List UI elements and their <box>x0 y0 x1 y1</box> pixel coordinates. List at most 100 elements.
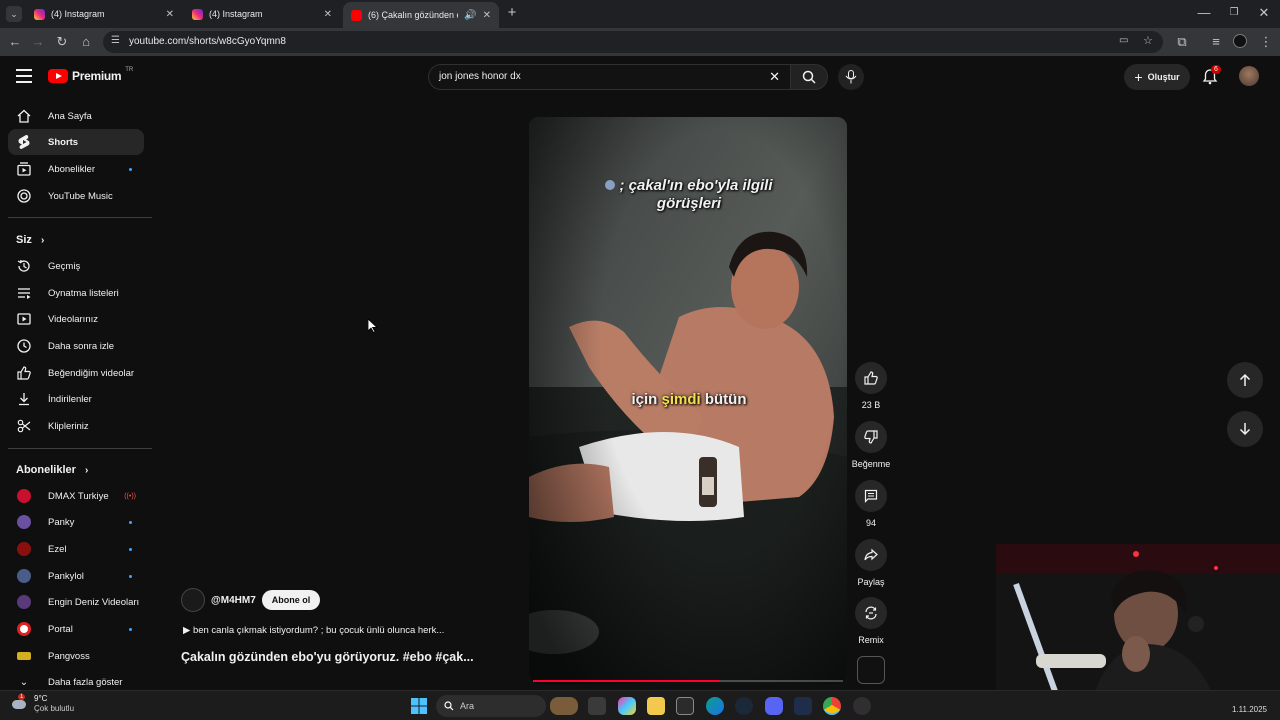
sidebar-item-label: Abonelikler <box>48 163 95 175</box>
comments-action[interactable]: 94 <box>854 480 888 528</box>
home-icon[interactable]: ⌂ <box>78 34 94 50</box>
share-action[interactable]: Paylaş <box>854 539 888 587</box>
new-content-dot <box>129 574 132 578</box>
browser-tab-active[interactable]: (6) Çakalın gözünden ebo'y 🔊 ✕ <box>343 2 499 28</box>
tab-search-icon[interactable]: ⌄ <box>6 6 22 22</box>
task-view-icon[interactable] <box>588 697 606 715</box>
notifications-button[interactable]: 6 <box>1202 65 1221 85</box>
profile-avatar[interactable] <box>1233 34 1247 48</box>
dislike-action[interactable]: Beğenme <box>848 421 894 469</box>
vscode-icon[interactable] <box>794 697 812 715</box>
sidebar-channel-engin-deniz[interactable]: Engin Deniz Videoları <box>8 589 144 615</box>
channel-handle[interactable]: @M4HM7 <box>211 595 256 606</box>
sidebar-item-watch-later[interactable]: Daha sonra izle <box>8 333 144 359</box>
channel-name: DMAX Turkiye <box>48 490 109 502</box>
sidebar-item-downloads[interactable]: İndirilenler <box>8 386 144 412</box>
widget-animal-icon[interactable] <box>550 697 578 715</box>
bookmark-star-icon[interactable]: ☆ <box>1143 34 1153 47</box>
youtube-icon <box>351 9 362 21</box>
remix-label: Remix <box>858 635 884 645</box>
sidebar-item-your-videos[interactable]: Videolarınız <box>8 306 144 332</box>
sidebar-channel-panky[interactable]: Panky <box>8 509 144 535</box>
discord-icon[interactable] <box>765 697 783 715</box>
video-description[interactable]: ▶ ben canla çıkmak istiyordum? ; bu çocu… <box>183 625 444 636</box>
video-progress-track[interactable] <box>533 680 843 682</box>
sidebar-item-clips[interactable]: Klipleriniz <box>8 413 144 439</box>
like-button[interactable] <box>855 362 887 394</box>
site-info-icon[interactable]: ☰ <box>111 35 120 46</box>
taskbar: 1 9°C Çok bulutlu Ara 1.11.2025 <box>0 690 1280 720</box>
subscriptions-section-title[interactable]: Abonelikler › <box>16 464 88 476</box>
previous-short-button[interactable] <box>1227 362 1263 398</box>
search-input[interactable]: jon jones honor dx ✕ <box>428 64 790 90</box>
url-bar[interactable]: ☰ youtube.com/shorts/w8cGyoYqmn8 ▭ ☆ <box>103 31 1163 53</box>
new-tab-icon[interactable]: + <box>504 5 520 21</box>
copilot-icon[interactable] <box>618 697 636 715</box>
sidebar-item-liked-videos[interactable]: Beğendiğim videolar <box>8 360 144 386</box>
thumbs-down-icon <box>864 430 878 444</box>
bf-app-icon[interactable] <box>676 697 694 715</box>
channel-avatar[interactable] <box>181 588 205 612</box>
sidebar-item-history[interactable]: Geçmiş <box>8 253 144 279</box>
restore-icon[interactable]: ❐ <box>1226 5 1242 21</box>
voice-search-button[interactable] <box>838 64 864 90</box>
sidebar-item-home[interactable]: Ana Sayfa <box>8 103 144 129</box>
channel-avatar <box>17 569 31 583</box>
next-short-button[interactable] <box>1227 411 1263 447</box>
video-title[interactable]: Çakalın gözünden ebo'yu görüyoruz. #ebo … <box>181 650 474 664</box>
you-section-title[interactable]: Siz › <box>16 234 44 246</box>
browser-tab[interactable]: (4) Instagram ✕ <box>26 2 182 26</box>
sidebar-channel-dmax-turkiye[interactable]: DMAX Turkiye ((•)) <box>8 483 144 509</box>
close-window-icon[interactable]: ✕ <box>1256 5 1272 21</box>
taskbar-date[interactable]: 1.11.2025 <box>1232 705 1267 714</box>
sidebar-channel-portal[interactable]: Portal <box>8 616 144 642</box>
account-avatar[interactable] <box>1239 66 1259 86</box>
forward-icon[interactable]: → <box>30 34 46 50</box>
cast-icon[interactable]: ▭ <box>1119 35 1128 46</box>
chrome-icon[interactable] <box>823 697 841 715</box>
create-button[interactable]: + Oluştur <box>1124 64 1190 90</box>
media-controls-icon[interactable]: ≡ <box>1208 34 1224 50</box>
youtube-logo[interactable]: Premium TR <box>48 67 133 83</box>
search-button[interactable] <box>790 64 828 90</box>
audio-source-thumbnail[interactable] <box>857 656 885 684</box>
taskbar-search[interactable]: Ara <box>436 695 546 717</box>
extensions-icon[interactable]: ⧉ <box>1174 34 1190 50</box>
close-tab-icon[interactable]: ✕ <box>324 9 332 20</box>
sidebar-item-shorts[interactable]: Shorts <box>8 129 144 155</box>
sidebar-item-subscriptions[interactable]: Abonelikler <box>8 156 144 182</box>
comments-button[interactable] <box>855 480 887 512</box>
minimize-icon[interactable]: — <box>1196 5 1212 21</box>
remix-action[interactable]: Remix <box>854 597 888 645</box>
your-videos-icon <box>16 311 32 327</box>
live-icon: ((•)) <box>124 492 136 500</box>
sidebar-item-youtube-music[interactable]: YouTube Music <box>8 183 144 209</box>
audio-playing-icon[interactable]: 🔊 <box>464 10 476 21</box>
remix-button[interactable] <box>855 597 887 629</box>
clear-search-icon[interactable]: ✕ <box>769 69 780 85</box>
guide-menu-icon[interactable] <box>16 69 32 83</box>
sidebar-channel-pankylol[interactable]: Pankylol <box>8 563 144 589</box>
close-tab-icon[interactable]: ✕ <box>166 9 174 20</box>
chevron-right-icon: › <box>84 465 89 476</box>
subscribe-button[interactable]: Abone ol <box>261 590 321 610</box>
share-button[interactable] <box>855 539 887 571</box>
like-action[interactable]: 23 B <box>854 362 888 410</box>
back-icon[interactable]: ← <box>7 34 23 50</box>
file-explorer-icon[interactable] <box>647 697 665 715</box>
dislike-button[interactable] <box>855 421 887 453</box>
sidebar-channel-pangvoss[interactable]: Pangvoss <box>8 643 144 669</box>
weather-widget[interactable]: 1 9°C Çok bulutlu <box>10 694 74 714</box>
edge-icon[interactable] <box>706 697 724 715</box>
close-tab-icon[interactable]: ✕ <box>483 10 491 21</box>
browser-tab[interactable]: (4) Instagram ✕ <box>184 2 340 26</box>
instagram-icon <box>192 8 203 20</box>
short-video-player[interactable]: ; çakal'ın ebo'yla ilgili görüşleri için… <box>529 117 847 684</box>
sidebar-channel-ezel[interactable]: Ezel <box>8 536 144 562</box>
obs-icon[interactable] <box>853 697 871 715</box>
sidebar-item-playlists[interactable]: Oynatma listeleri <box>8 280 144 306</box>
browser-menu-icon[interactable]: ⋮ <box>1258 34 1274 50</box>
windows-start-icon[interactable] <box>410 697 428 715</box>
reload-icon[interactable]: ↻ <box>54 34 70 50</box>
steam-icon[interactable] <box>735 697 753 715</box>
